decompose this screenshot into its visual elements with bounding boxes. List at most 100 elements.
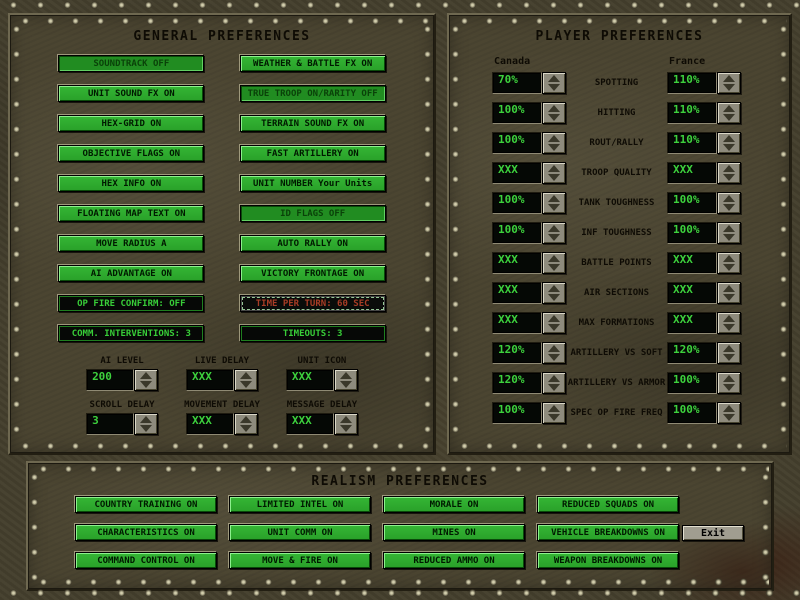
pref-toggle-button[interactable]: HEX INFO ON <box>58 175 204 192</box>
left-country-spinner[interactable] <box>542 102 566 124</box>
realism-toggle-button[interactable]: COUNTRY TRAINING ON <box>75 496 217 513</box>
down-arrow-icon <box>548 144 560 151</box>
pref-toggle-button[interactable]: AUTO RALLY ON <box>240 235 386 252</box>
pref-toggle-button[interactable]: FAST ARTILLERY ON <box>240 145 386 162</box>
pref-toggle-button[interactable]: TIMEOUTS: 3 <box>240 325 386 342</box>
left-country-spinner[interactable] <box>542 132 566 154</box>
value-spinner[interactable] <box>234 413 258 435</box>
left-country-spinner[interactable] <box>542 312 566 334</box>
up-arrow-icon <box>548 165 560 172</box>
up-arrow-icon <box>723 75 735 82</box>
value-spinner[interactable] <box>334 413 358 435</box>
right-country-spinner[interactable] <box>717 72 741 94</box>
right-country-spinner[interactable] <box>717 282 741 304</box>
left-country-spinner[interactable] <box>542 162 566 184</box>
header-spacer <box>566 56 667 67</box>
value-spinner[interactable] <box>234 369 258 391</box>
pref-toggle-button[interactable]: MOVE RADIUS A <box>58 235 204 252</box>
value-spinner[interactable] <box>134 413 158 435</box>
down-arrow-icon <box>548 264 560 271</box>
pref-toggle-button[interactable]: OP FIRE CONFIRM: OFF <box>58 295 204 312</box>
left-country-value: 70% <box>492 72 542 94</box>
left-country-spinner[interactable] <box>542 252 566 274</box>
right-country-spinner[interactable] <box>717 402 741 424</box>
player-pref-label: AIR SECTIONS <box>566 288 667 298</box>
left-country-spinner[interactable] <box>542 342 566 364</box>
pref-toggle-button[interactable]: HEX-GRID ON <box>58 115 204 132</box>
left-country-value: 100% <box>492 222 542 244</box>
realism-toggle-button[interactable]: REDUCED SQUADS ON <box>537 496 679 513</box>
player-pref-label: TANK TOUGHNESS <box>566 198 667 208</box>
right-country-spinner[interactable] <box>717 192 741 214</box>
pref-toggle-button[interactable]: AI ADVANTAGE ON <box>58 265 204 282</box>
realism-toggle-button[interactable]: LIMITED INTEL ON <box>229 496 371 513</box>
player-pref-row: 100% ROUT/RALLY 110% <box>492 132 741 154</box>
pref-toggle-button[interactable]: TERRAIN SOUND FX ON <box>240 115 386 132</box>
value-spinner[interactable] <box>334 369 358 391</box>
pref-toggle-button[interactable]: TRUE TROOP ON/RARITY OFF <box>240 85 386 102</box>
screen-rivet-border-top <box>0 1 800 10</box>
right-country-spinner[interactable] <box>717 252 741 274</box>
realism-toggle-button[interactable]: MORALE ON <box>383 496 525 513</box>
pref-toggle-button[interactable]: SOUNDTRACK OFF <box>58 55 204 72</box>
player-pref-row: XXX AIR SECTIONS XXX <box>492 282 741 304</box>
value-spinner[interactable] <box>134 369 158 391</box>
left-country-spinner[interactable] <box>542 282 566 304</box>
pref-toggle-button[interactable]: TIME PER TURN: 60 SEC <box>240 295 386 312</box>
spinner-row: XXX <box>186 413 258 435</box>
general-toggle-columns: SOUNDTRACK OFF UNIT SOUND FX ON HEX-GRID… <box>23 55 421 342</box>
down-arrow-icon <box>723 264 735 271</box>
left-country-spinner[interactable] <box>542 402 566 424</box>
pref-toggle-button[interactable]: VICTORY FRONTAGE ON <box>240 265 386 282</box>
pref-toggle-button[interactable]: UNIT NUMBER Your Units <box>240 175 386 192</box>
exit-button[interactable]: Exit <box>682 525 744 541</box>
player-pref-label: INF TOUGHNESS <box>566 228 667 238</box>
down-arrow-icon <box>140 381 152 388</box>
realism-preferences-title: REALISM PREFERENCES <box>41 474 759 489</box>
pref-toggle-button[interactable]: ID FLAGS OFF <box>240 205 386 222</box>
realism-toggle-button[interactable]: UNIT COMM ON <box>229 524 371 541</box>
left-country-value: XXX <box>492 162 542 184</box>
pref-toggle-button[interactable]: WEATHER & BATTLE FX ON <box>240 55 386 72</box>
rivet-border <box>13 442 431 451</box>
realism-toggle-button[interactable]: MOVE & FIRE ON <box>229 552 371 569</box>
left-country-spinner[interactable] <box>542 222 566 244</box>
up-arrow-icon <box>723 315 735 322</box>
down-arrow-icon <box>548 354 560 361</box>
up-arrow-icon <box>340 372 352 379</box>
pref-toggle-button[interactable]: UNIT SOUND FX ON <box>58 85 204 102</box>
up-arrow-icon <box>548 75 560 82</box>
down-arrow-icon <box>723 174 735 181</box>
realism-toggle-button[interactable]: WEAPON BREAKDOWNS ON <box>537 552 679 569</box>
down-arrow-icon <box>340 381 352 388</box>
right-country-spinner[interactable] <box>717 222 741 244</box>
down-arrow-icon <box>548 414 560 421</box>
pref-toggle-button[interactable]: FLOATING MAP TEXT ON <box>58 205 204 222</box>
right-country-spinner[interactable] <box>717 342 741 364</box>
down-arrow-icon <box>548 384 560 391</box>
up-arrow-icon <box>548 255 560 262</box>
player-pref-row: 120% ARTILLERY VS SOFT 120% <box>492 342 741 364</box>
right-country-spinner[interactable] <box>717 312 741 334</box>
left-country-spinner[interactable] <box>542 372 566 394</box>
right-country-value: XXX <box>667 252 717 274</box>
realism-toggle-button[interactable]: COMMAND CONTROL ON <box>75 552 217 569</box>
right-country-spinner[interactable] <box>717 372 741 394</box>
right-country-spinner[interactable] <box>717 162 741 184</box>
realism-toggle-button[interactable]: REDUCED AMMO ON <box>383 552 525 569</box>
right-country-value: XXX <box>667 312 717 334</box>
rivet-border <box>31 578 769 587</box>
right-country-spinner[interactable] <box>717 102 741 124</box>
pref-toggle-button[interactable]: OBJECTIVE FLAGS ON <box>58 145 204 162</box>
pref-toggle-button[interactable]: COMM. INTERVENTIONS: 3 <box>58 325 204 342</box>
right-country-header: France <box>667 56 741 67</box>
left-country-spinner[interactable] <box>542 192 566 214</box>
up-arrow-icon <box>723 285 735 292</box>
realism-toggle-button[interactable]: MINES ON <box>383 524 525 541</box>
down-arrow-icon <box>548 204 560 211</box>
realism-toggle-button[interactable]: VEHICLE BREAKDOWNS ON <box>537 524 679 541</box>
realism-toggle-button[interactable]: CHARACTERISTICS ON <box>75 524 217 541</box>
right-country-spinner[interactable] <box>717 132 741 154</box>
player-pref-row: XXX BATTLE POINTS XXX <box>492 252 741 274</box>
left-country-spinner[interactable] <box>542 72 566 94</box>
